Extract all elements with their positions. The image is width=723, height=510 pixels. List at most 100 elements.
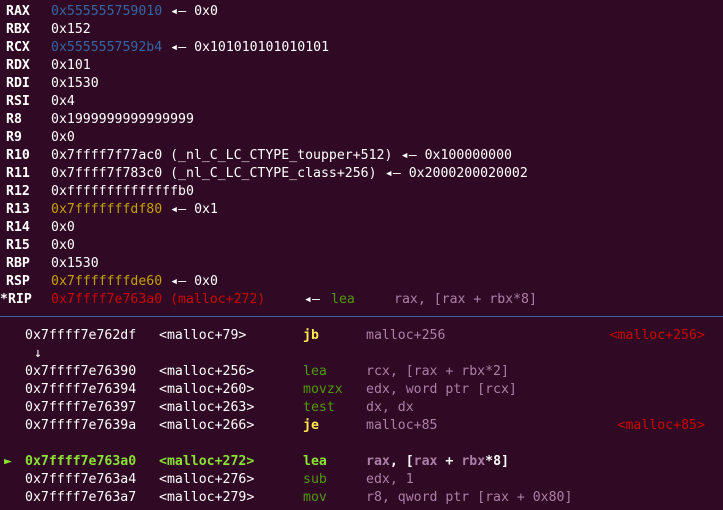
register-name: *RIP [0,292,32,307]
register-name: R12 [6,184,30,199]
instruction-symbol: <malloc+260> [159,382,255,397]
separator-line [0,316,723,317]
instruction-symbol: <malloc+79> [159,328,247,343]
instruction-mnemonic: mov [303,490,327,505]
instruction-mnemonic: jb [303,328,319,343]
register-row: R8 0x1999999999999999 [0,111,723,129]
register-row: RBP 0x1530 [0,255,723,273]
register-deref: ◂— 0x0 [170,274,218,289]
instruction-operands: malloc+85 [366,418,438,433]
register-value: 0x7fffffffdf80 [51,202,163,217]
instruction-mnemonic: lea [303,364,327,379]
instruction-address: 0x7ffff7e763a7 [25,490,137,505]
register-value: 0x0 [51,130,75,145]
register-deref: ◂— 0x0 [170,4,218,19]
register-value: 0x101 [51,58,91,73]
instruction-row: 0x7ffff7e76390 <malloc+256> lea rcx, [rax +… [0,363,723,381]
register-name: R14 [6,220,30,235]
register-value: 0x1530 [51,76,99,91]
register-value: 0x5555557592b4 [51,40,163,55]
register-name: R11 [6,166,30,181]
register-name: RBX [6,22,30,37]
instruction-mnemonic: sub [303,472,327,487]
register-name: RAX [6,4,30,19]
register-row: RSP 0x7fffffffde60 ◂— 0x0 [0,273,723,291]
instruction-address: 0x7ffff7e76390 [25,364,137,379]
instruction-address: 0x7ffff7e762df [25,328,137,343]
instruction-symbol: <malloc+279> [159,490,255,505]
instruction-address: 0x7ffff7e76397 [25,400,137,415]
instruction-symbol: <malloc+276> [159,472,255,487]
instruction-row [0,435,723,453]
branch-target: <malloc+85> [617,418,705,433]
register-value: 0x7ffff7f77ac0 (_nl_C_LC_CTYPE_toupper+5… [51,148,393,163]
register-row: RBX 0x152 [0,21,723,39]
register-name: RSP [6,274,30,289]
register-row: R14 0x0 [0,219,723,237]
register-row: R12 0xffffffffffffffb0 [0,183,723,201]
branch-target: <malloc+256> [609,328,705,343]
register-name: R10 [6,148,30,163]
register-row: R13 0x7fffffffdf80 ◂— 0x1 [0,201,723,219]
register-deref: ◂— 0x2000200020002 [384,166,528,181]
register-row-rip: *RIP 0x7ffff7e763a0 (malloc+272) ◂— lea rax,… [0,291,723,309]
current-instruction-marker-icon: ► [4,454,12,469]
register-row: R10 0x7ffff7f77ac0 (_nl_C_LC_CTYPE_touppe… [0,147,723,165]
instruction-row: 0x7ffff7e763a4 <malloc+276> sub edx, 1 [0,471,723,489]
instruction-mnemonic: lea [303,454,327,469]
register-name: RDI [6,76,30,91]
instruction-row: 0x7ffff7e76394 <malloc+260> movzx edx, word… [0,381,723,399]
register-value: 0x7ffff7f783c0 (_nl_C_LC_CTYPE_class+256… [51,166,377,181]
register-value: 0x152 [51,22,91,37]
register-deref: ◂— [304,292,320,307]
register-value: 0x555555759010 [51,4,163,19]
register-name: R15 [6,238,30,253]
instruction-row: 0x7ffff7e7639a <malloc+266> je malloc+85 <ma… [0,417,723,435]
register-value: 0x7fffffffde60 [51,274,163,289]
instruction-address: 0x7ffff7e763a0 [25,454,137,469]
register-value: 0xffffffffffffffb0 [51,184,194,199]
register-name: R9 [6,130,22,145]
instruction-operands: edx, word ptr [rcx] [366,382,517,397]
register-name: R8 [6,112,22,127]
register-value: 0x0 [51,238,75,253]
instruction-operands: rcx, [rax + rbx*2] [366,364,509,379]
instruction-mnemonic: je [303,418,319,433]
register-name: RBP [6,256,30,271]
rip-operands: rax, [rax + rbx*8] [394,292,537,307]
register-deref: ◂— 0x100000000 [400,148,512,163]
instruction-row: 0x7ffff7e763a7 <malloc+279> mov r8, qword p… [0,489,723,507]
instruction-row: 0x7ffff7e762df <malloc+79> jb malloc+256 <ma… [0,327,723,345]
instruction-operands: malloc+256 [366,328,446,343]
register-name: RSI [6,94,30,109]
instruction-symbol: <malloc+272> [159,454,255,469]
instruction-symbol: <malloc+266> [159,418,255,433]
instruction-row: ↓ [0,345,723,363]
instruction-operands: dx, dx [366,400,414,415]
register-row: RCX 0x5555557592b4 ◂— 0x101010101010101 [0,39,723,57]
register-value: 0x1530 [51,256,99,271]
register-row: RSI 0x4 [0,93,723,111]
instruction-operands: edx, 1 [366,472,414,487]
register-row: RDI 0x1530 [0,75,723,93]
instruction-mnemonic: test [303,400,335,415]
instruction-address: 0x7ffff7e7639a [25,418,137,433]
register-name: RCX [6,40,30,55]
register-row: RAX 0x555555759010 ◂— 0x0 [0,3,723,21]
instruction-address: 0x7ffff7e763a4 [25,472,137,487]
register-value: 0x1999999999999999 [51,112,194,127]
current-instruction-row: ► 0x7ffff7e763a0 <malloc+272> lea rax, [rax … [0,453,723,471]
register-name: R13 [6,202,30,217]
register-deref: ◂— 0x1 [170,202,218,217]
instruction-symbol: <malloc+263> [159,400,255,415]
register-row: R9 0x0 [0,129,723,147]
instruction-operands: rax, [rax + rbx*8] [366,454,509,469]
register-row: R15 0x0 [0,237,723,255]
register-value: 0x0 [51,220,75,235]
jump-arrow-icon: ↓ [34,346,42,361]
register-row: RDX 0x101 [0,57,723,75]
register-row: R11 0x7ffff7f783c0 (_nl_C_LC_CTYPE_class+… [0,165,723,183]
instruction-symbol: <malloc+256> [159,364,255,379]
instruction-address: 0x7ffff7e76394 [25,382,137,397]
register-value: 0x4 [51,94,75,109]
